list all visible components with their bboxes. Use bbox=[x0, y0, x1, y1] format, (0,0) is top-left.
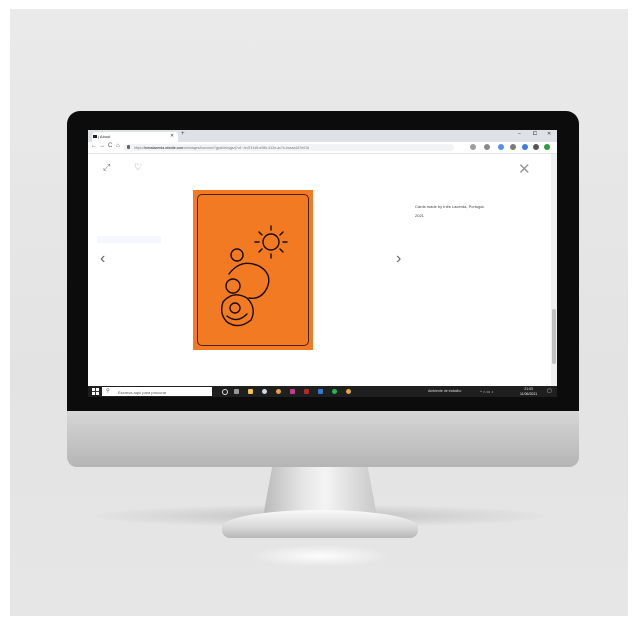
home-button[interactable]: ⌂ bbox=[116, 143, 120, 149]
close-window-button[interactable]: ✕ bbox=[547, 131, 551, 137]
chrome-active-icon[interactable] bbox=[346, 389, 351, 394]
maximize-button[interactable]: ⧠ bbox=[533, 131, 537, 137]
taskbar-clock[interactable]: 21:03 11/06/2021 bbox=[520, 387, 537, 396]
tab-close-icon[interactable]: ✕ bbox=[170, 133, 174, 139]
file-explorer-icon[interactable] bbox=[248, 389, 253, 394]
url-text: https://inesslacerda.wixsite.com/onimage… bbox=[134, 146, 309, 150]
monitor-screen: | About ✕ + – ⧠ ✕ ← → C ⌂ https://inessl… bbox=[88, 130, 557, 397]
new-tab-button[interactable]: + bbox=[181, 131, 185, 137]
edge-icon[interactable] bbox=[262, 389, 267, 394]
windows-start-icon[interactable] bbox=[92, 388, 99, 395]
card-illustration bbox=[220, 225, 288, 327]
browser-toolbar: ← → C ⌂ https://inesslacerda.wixsite.com… bbox=[88, 142, 557, 154]
heart-icon[interactable]: ♡ bbox=[134, 162, 142, 173]
lock-icon bbox=[127, 145, 130, 149]
clock-date: 11/06/2021 bbox=[520, 391, 538, 396]
url-prefix: https:// bbox=[134, 145, 145, 150]
acrobat-icon[interactable] bbox=[304, 389, 309, 394]
minimize-button[interactable]: – bbox=[518, 131, 521, 137]
taskbar-search-placeholder: Escreva aqui para procurar bbox=[118, 389, 167, 395]
notification-icon[interactable]: ▢ bbox=[547, 388, 552, 394]
monitor-stand-base bbox=[222, 510, 418, 538]
wifi-extension-icon[interactable] bbox=[522, 144, 528, 150]
spotify-icon[interactable] bbox=[332, 389, 337, 394]
task-view-icon[interactable] bbox=[234, 389, 239, 394]
next-image-arrow-icon[interactable]: › bbox=[396, 250, 401, 268]
star-icon[interactable] bbox=[470, 144, 476, 150]
previous-image-arrow-icon[interactable]: ‹ bbox=[100, 250, 105, 268]
desktop-toolbar-label[interactable]: Ambiente de trabalho bbox=[428, 389, 461, 393]
browser-tab-bar: | About ✕ + – ⧠ ✕ bbox=[88, 130, 557, 142]
forward-button[interactable]: → bbox=[99, 143, 105, 149]
artwork-card bbox=[193, 190, 313, 350]
search-icon: ⚲ bbox=[106, 388, 110, 394]
address-bar[interactable]: https://inesslacerda.wixsite.com/onimage… bbox=[124, 144, 454, 151]
taskbar-search-box[interactable]: ⚲ Escreva aqui para procurar bbox=[102, 387, 212, 396]
app-icon[interactable] bbox=[318, 389, 323, 394]
tab-title: | About bbox=[98, 134, 111, 139]
puzzle-icon[interactable] bbox=[533, 144, 539, 150]
system-tray-icons[interactable]: ^ ⌂ ▭ ♪ bbox=[480, 389, 493, 394]
profile-avatar[interactable] bbox=[544, 144, 550, 150]
url-domain: inesslacerda.wixsite.com bbox=[144, 145, 184, 150]
cortana-icon[interactable] bbox=[222, 389, 228, 395]
translate-icon[interactable] bbox=[498, 144, 504, 150]
monitor-chin bbox=[67, 411, 579, 467]
caption-line-1: Cards made by Inês Lacerda, Portugal. bbox=[415, 204, 485, 209]
windows-taskbar: ⚲ Escreva aqui para procurar Ambiente de… bbox=[88, 386, 557, 397]
extension-icon[interactable] bbox=[484, 144, 490, 150]
chrome-icon[interactable] bbox=[276, 389, 281, 394]
expand-icon[interactable]: ⤢ bbox=[103, 162, 110, 173]
browser-tab[interactable]: | About ✕ bbox=[92, 132, 178, 142]
music-icon[interactable] bbox=[510, 144, 516, 150]
indesign-icon[interactable] bbox=[290, 389, 295, 394]
faded-link[interactable] bbox=[97, 236, 161, 243]
url-path: /onimages/fourown/?gpzk/elnqjzzj?u1~/ed7… bbox=[183, 145, 310, 150]
back-button[interactable]: ← bbox=[91, 143, 97, 149]
page-scrollbar[interactable] bbox=[551, 154, 557, 386]
page-content: ⤢ ♡ ✕ ‹ › Cards made by Inês Lacerda, Po… bbox=[88, 154, 557, 386]
reload-button[interactable]: C bbox=[108, 143, 112, 149]
scrollbar-thumb[interactable] bbox=[552, 309, 556, 364]
stand-reflection bbox=[250, 545, 390, 567]
site-favicon-icon bbox=[93, 135, 97, 138]
caption-line-2: 2021 bbox=[415, 213, 424, 218]
image-caption: Cards made by Inês Lacerda, Portugal. 20… bbox=[415, 202, 485, 220]
close-icon[interactable]: ✕ bbox=[518, 160, 531, 178]
